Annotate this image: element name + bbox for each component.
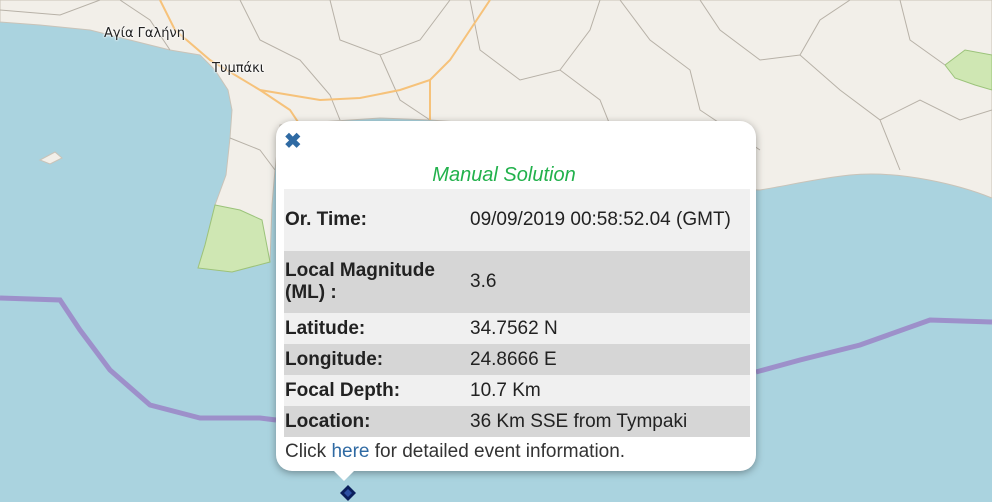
event-popup: ✖ Manual Solution Or. Time: 09/09/2019 0… bbox=[276, 121, 756, 471]
popup-tip bbox=[332, 469, 356, 481]
field-value: 10.7 Km bbox=[470, 379, 541, 401]
field-label: Longitude: bbox=[285, 348, 384, 370]
field-label: Focal Depth: bbox=[285, 379, 401, 401]
place-label-agia-galini: Αγία Γαλήνη bbox=[104, 26, 185, 41]
popup-title: Manual Solution bbox=[432, 164, 576, 186]
field-value: 34.7562 N bbox=[470, 317, 558, 339]
table-row: Local Magnitude (ML) : 3.6 bbox=[284, 251, 750, 313]
table-row: Or. Time: 09/09/2019 00:58:52.04 (GMT) bbox=[284, 189, 750, 251]
field-value: 3.6 bbox=[470, 271, 497, 292]
event-details-table: Or. Time: 09/09/2019 00:58:52.04 (GMT) L… bbox=[284, 189, 750, 437]
details-link[interactable]: here bbox=[331, 441, 369, 462]
field-value: 09/09/2019 00:58:52.04 (GMT) bbox=[470, 209, 731, 230]
field-label: Local Magnitude (ML) : bbox=[285, 260, 435, 303]
field-value: 24.8666 E bbox=[470, 348, 557, 370]
earthquake-marker-icon[interactable] bbox=[339, 484, 357, 502]
table-row: Focal Depth: 10.7 Km bbox=[284, 375, 750, 406]
table-row: Latitude: 34.7562 N bbox=[284, 313, 750, 344]
table-row: Location: 36 Km SSE from Tympaki bbox=[284, 406, 750, 437]
field-label: Latitude: bbox=[285, 317, 366, 339]
field-label: Or. Time: bbox=[285, 209, 368, 230]
footer-prefix: Click bbox=[285, 441, 327, 462]
field-value: 36 Km SSE from Tympaki bbox=[470, 410, 688, 432]
field-label: Location: bbox=[285, 410, 371, 432]
popup-footer: Click here for detailed event informatio… bbox=[284, 437, 748, 467]
footer-suffix: for detailed event information. bbox=[374, 441, 626, 462]
table-row: Longitude: 24.8666 E bbox=[284, 344, 750, 375]
close-icon[interactable]: ✖ bbox=[284, 131, 302, 153]
place-label-tympaki: Τυμπάκι bbox=[212, 61, 265, 76]
